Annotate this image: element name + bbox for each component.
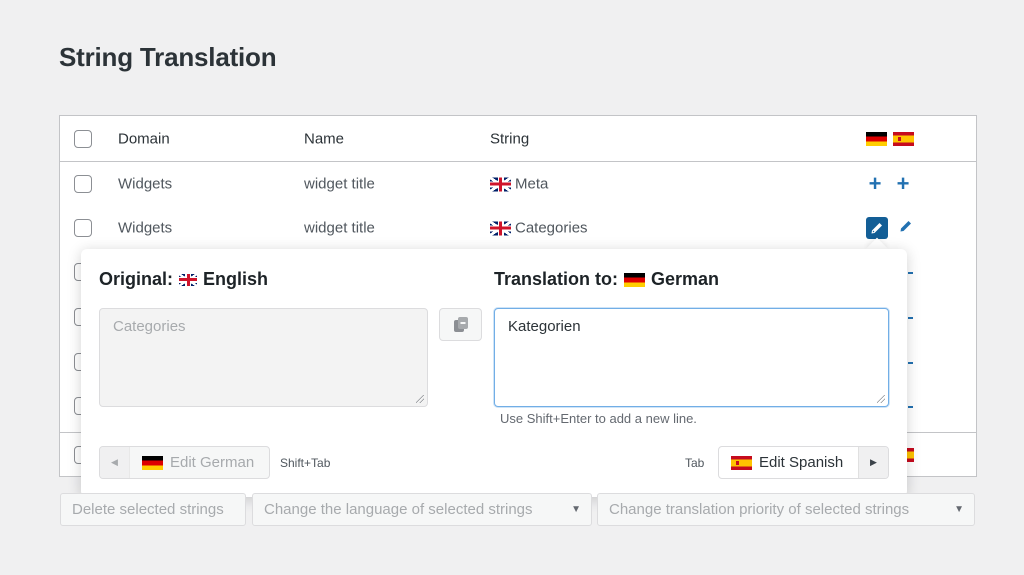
- change-priority-select[interactable]: Change translation priority of selected …: [597, 493, 975, 526]
- edit-german-button[interactable]: ◀ Edit German: [99, 446, 270, 479]
- page-title: String Translation: [59, 42, 277, 72]
- edit-translation-spanish-icon[interactable]: [898, 218, 914, 238]
- resize-handle-icon[interactable]: [416, 395, 424, 403]
- copy-icon: [453, 317, 468, 332]
- flag-uk-icon: [179, 273, 198, 286]
- translation-editor-popup: Original: English Translation to: German…: [81, 249, 907, 497]
- translation-status-icon[interactable]: [908, 272, 913, 274]
- flag-uk-icon: [490, 221, 511, 235]
- flag-spain-icon: [893, 131, 914, 146]
- translation-heading: Translation to: German: [494, 269, 719, 290]
- select-all-checkbox[interactable]: [74, 129, 92, 148]
- change-priority-label: Change translation priority of selected …: [609, 501, 910, 518]
- table-row: Widgets widget title Categories: [60, 206, 976, 250]
- row-name: widget title: [304, 175, 375, 193]
- column-header-name[interactable]: Name: [304, 130, 344, 147]
- delete-selected-label: Delete selected strings: [72, 501, 224, 518]
- flag-germany-icon: [142, 455, 163, 470]
- translation-text[interactable]: Kategorien: [508, 318, 581, 335]
- edit-german-label-group: Edit German: [130, 454, 269, 471]
- caret-left-icon: ◀: [100, 447, 130, 478]
- change-language-select[interactable]: Change the language of selected strings …: [252, 493, 592, 526]
- translation-label: Translation to:: [494, 269, 619, 289]
- add-translation-german-icon[interactable]: +: [866, 173, 884, 195]
- translation-language: German: [651, 269, 720, 289]
- original-label: Original:: [99, 269, 174, 289]
- next-shortcut: Tab: [685, 456, 705, 470]
- row-string: Meta: [490, 176, 548, 193]
- flag-germany-icon: [624, 272, 646, 287]
- prev-shortcut: Shift+Tab: [280, 456, 331, 470]
- edit-translation-german-icon[interactable]: [866, 217, 888, 239]
- table-row: Widgets widget title Meta + +: [60, 162, 976, 206]
- row-checkbox[interactable]: [74, 219, 92, 237]
- add-translation-spanish-icon[interactable]: +: [894, 173, 912, 195]
- flag-uk-icon: [490, 177, 511, 191]
- translation-text-field[interactable]: Kategorien: [494, 308, 889, 407]
- original-text-field: Categories: [99, 308, 428, 407]
- original-text: Categories: [113, 318, 186, 335]
- original-language: English: [203, 269, 269, 289]
- edit-spanish-label-group: Edit Spanish: [719, 454, 858, 471]
- edit-spanish-button[interactable]: Edit Spanish ▶: [718, 446, 889, 479]
- caret-right-icon: ▶: [858, 447, 888, 478]
- column-header-string[interactable]: String: [490, 130, 529, 147]
- row-checkbox[interactable]: [74, 175, 92, 193]
- row-domain: Widgets: [118, 175, 173, 193]
- row-actions: + +: [866, 173, 912, 195]
- translation-status-icon[interactable]: [908, 317, 913, 319]
- change-language-label: Change the language of selected strings: [264, 501, 533, 518]
- newline-hint: Use Shift+Enter to add a new line.: [500, 411, 697, 426]
- translation-status-icon[interactable]: [908, 362, 913, 364]
- row-string-text: Meta: [515, 175, 549, 193]
- flag-spain-icon: [731, 455, 752, 470]
- edit-spanish-label: Edit Spanish: [759, 454, 844, 471]
- row-string: Categories: [490, 220, 588, 237]
- original-heading: Original: English: [99, 269, 268, 290]
- translation-status-icon[interactable]: [908, 406, 913, 408]
- language-columns: [866, 131, 914, 146]
- column-header-domain[interactable]: Domain: [118, 130, 170, 147]
- row-domain: Widgets: [118, 219, 173, 237]
- copy-original-button[interactable]: [439, 308, 482, 341]
- delete-selected-button[interactable]: Delete selected strings: [60, 493, 246, 526]
- row-string-text: Categories: [515, 219, 588, 237]
- row-actions: [866, 217, 914, 239]
- chevron-down-icon: ▼: [571, 504, 581, 515]
- table-header: Domain Name String: [60, 116, 976, 162]
- chevron-down-icon: ▼: [954, 504, 964, 515]
- resize-handle-icon[interactable]: [877, 395, 885, 403]
- row-name: widget title: [304, 219, 375, 237]
- flag-germany-icon: [866, 131, 887, 146]
- edit-german-label: Edit German: [170, 454, 255, 471]
